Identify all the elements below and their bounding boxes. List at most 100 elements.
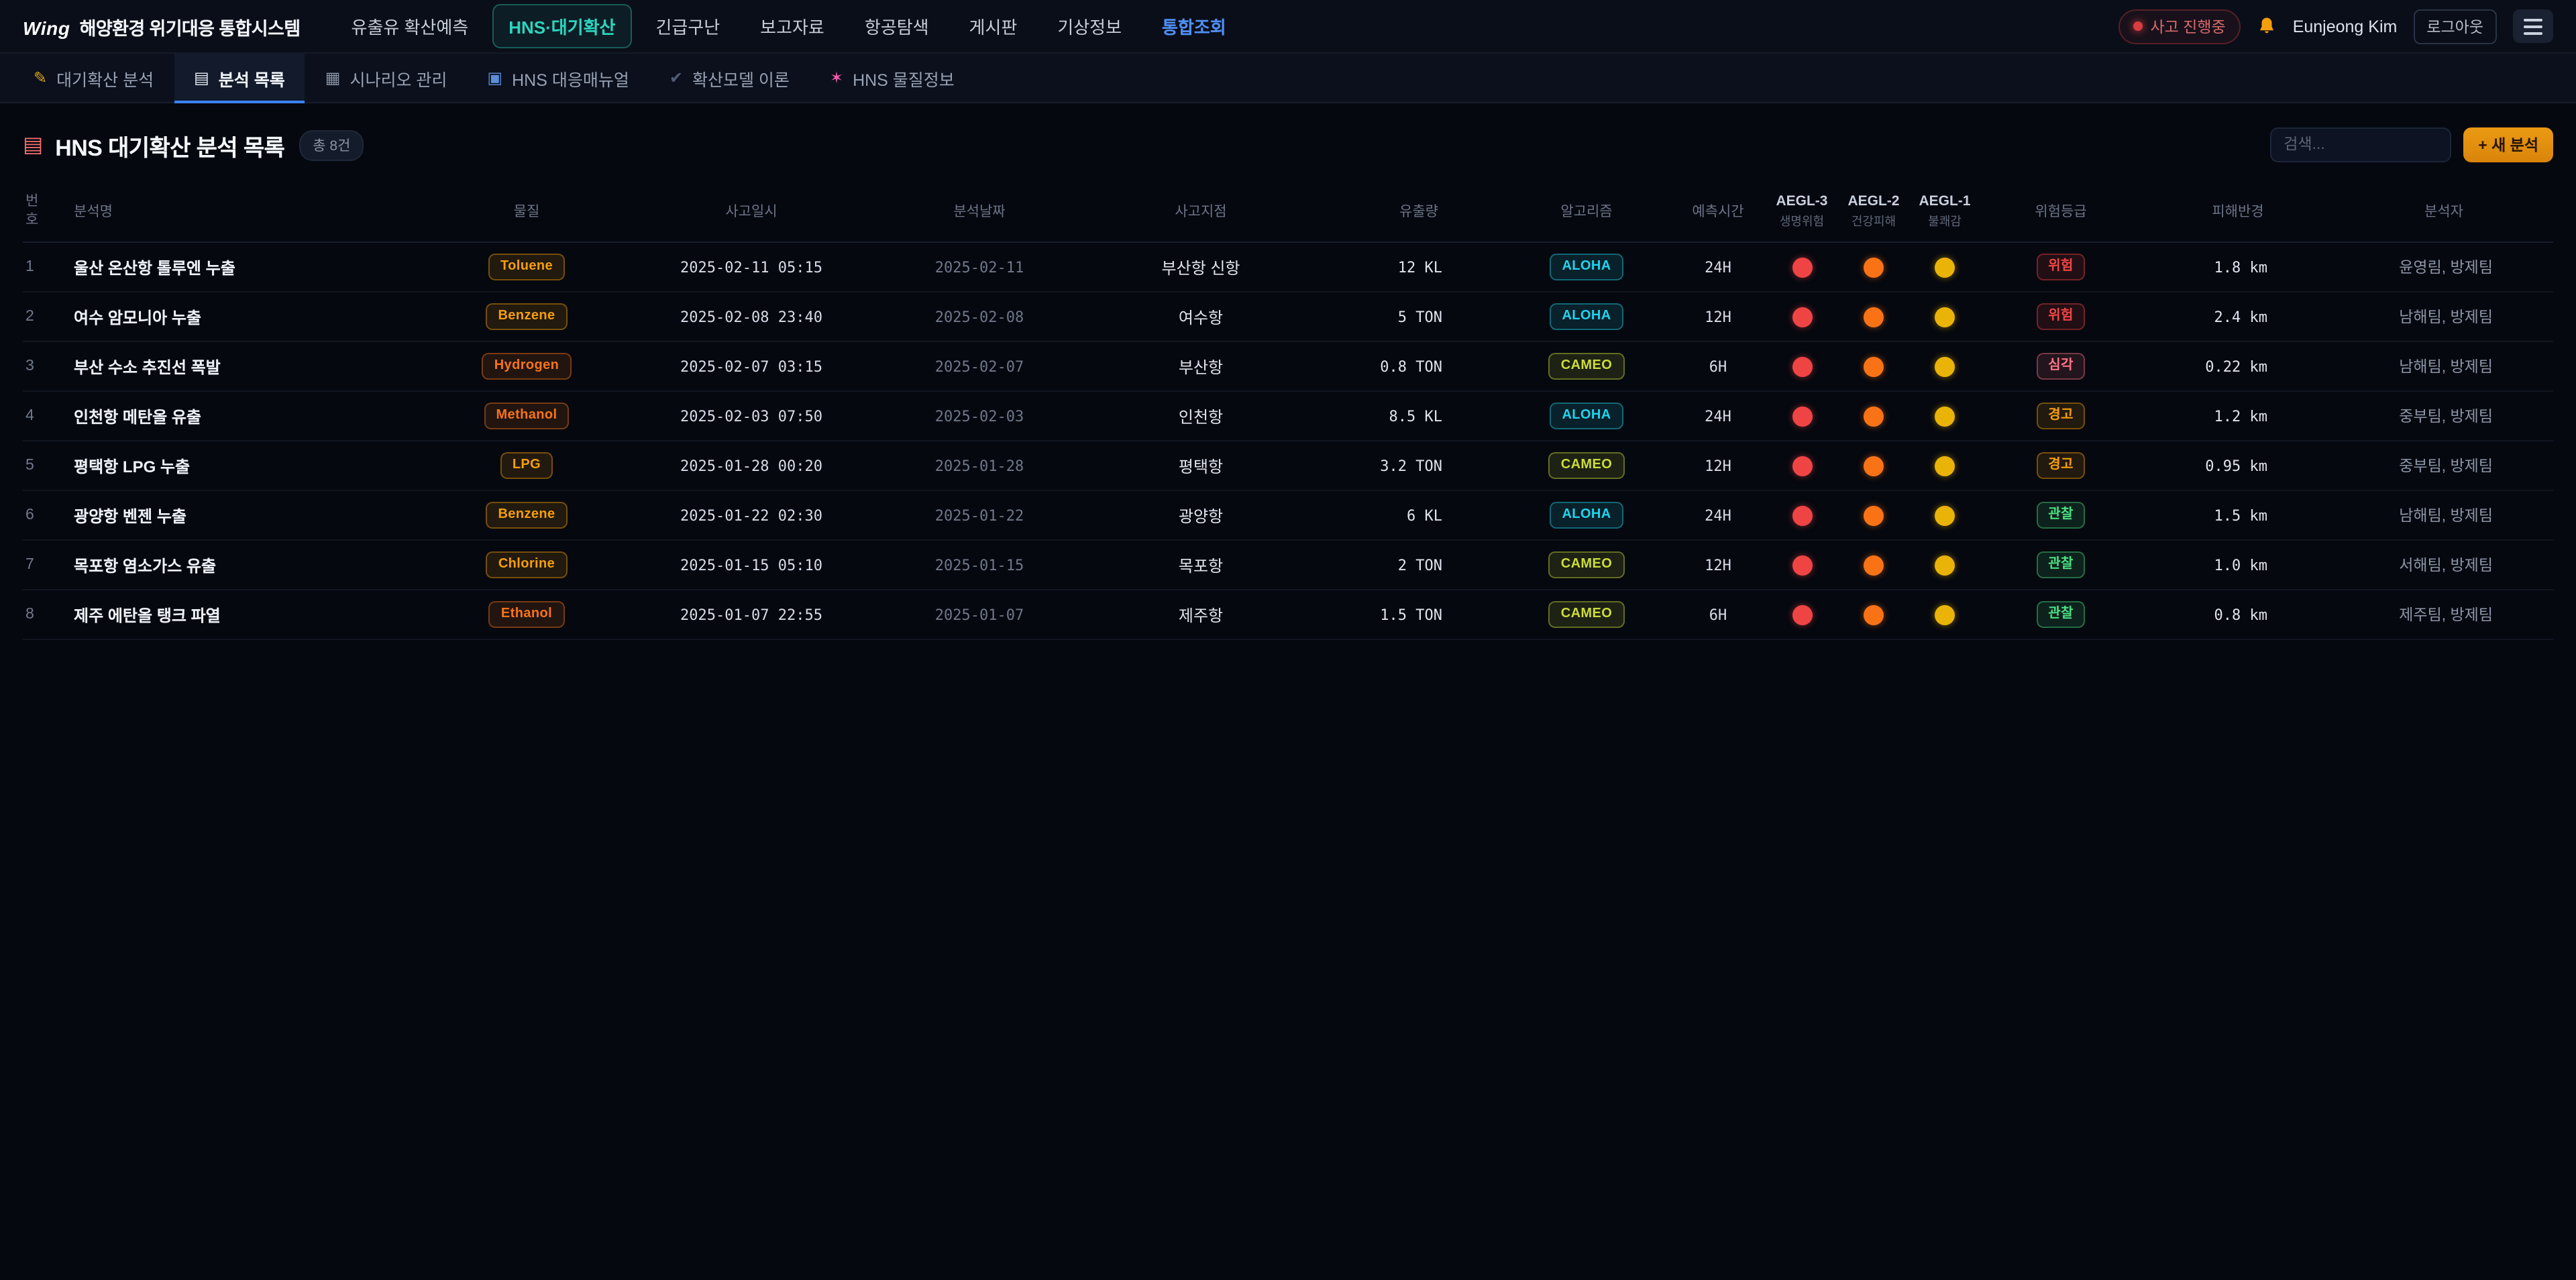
nav-item-aerial-search[interactable]: 항공탐색 [849, 4, 945, 48]
search-input[interactable] [2270, 127, 2451, 162]
aegl2-cell [1838, 541, 1909, 590]
risk-badge: 심각 [2036, 354, 2086, 380]
molecule-icon: ✶ [830, 68, 843, 87]
tab-hns-response-manual[interactable]: ▣ HNS 대응매뉴얼 [467, 54, 649, 102]
analysis-name: 목포항 염소가스 유출 [68, 541, 443, 590]
forecast-duration: 24H [1670, 243, 1766, 292]
damage-radius: 0.22 km [2141, 342, 2334, 392]
table-row[interactable]: 4 인천항 메탄올 유출 Methanol 2025-02-03 07:50 2… [23, 392, 2553, 441]
analysis-name: 울산 온산항 톨루엔 누출 [68, 243, 443, 292]
hamburger-icon [2524, 18, 2542, 21]
incident-datetime: 2025-02-07 03:15 [610, 342, 892, 392]
aegl1-cell [1909, 243, 1980, 292]
nav-item-hns-atmospheric[interactable]: HNS·대기확산 [492, 4, 631, 48]
damage-radius: 0.8 km [2141, 590, 2334, 640]
table-row[interactable]: 5 평택항 LPG 누출 LPG 2025-01-28 00:20 2025-0… [23, 441, 2553, 491]
substance-cell: Chlorine [443, 541, 610, 590]
forecast-duration: 12H [1670, 541, 1766, 590]
page-header-actions: + 새 분석 [2270, 127, 2553, 162]
substance-badge: Ethanol [489, 602, 564, 629]
tab-label: 시나리오 관리 [350, 65, 447, 91]
tab-analysis-list[interactable]: ▤ 분석 목록 [174, 54, 305, 102]
spill-amount: 1.5 TON [1335, 590, 1503, 640]
table-row[interactable]: 7 목포항 염소가스 유출 Chlorine 2025-01-15 05:10 … [23, 541, 2553, 590]
analysis-name: 평택항 LPG 누출 [68, 441, 443, 491]
logout-button[interactable]: 로그아웃 [2413, 9, 2497, 44]
incident-location: 목포항 [1067, 541, 1335, 590]
analysis-date: 2025-02-03 [892, 392, 1067, 441]
table-row[interactable]: 1 울산 온산항 톨루엔 누출 Toluene 2025-02-11 05:15… [23, 243, 2553, 292]
risk-badge: 관찰 [2036, 602, 2086, 629]
table-header-row: 번호 분석명 물질 사고일시 분석날짜 사고지점 유출량 알고리즘 예측시간 A… [23, 184, 2553, 243]
tab-diffusion-model-theory[interactable]: ✔ 확산모델 이론 [649, 54, 810, 102]
incident-location: 제주항 [1067, 590, 1335, 640]
analyst: 중부팀, 방제팀 [2334, 441, 2553, 491]
algorithm-cell: CAMEO [1503, 441, 1670, 491]
substance-badge: Benzene [486, 502, 567, 529]
nav-item-weather[interactable]: 기상정보 [1041, 4, 1138, 48]
aegl3-indicator [1792, 456, 1812, 476]
analyst: 제주팀, 방제팀 [2334, 590, 2553, 640]
incident-location: 부산항 신항 [1067, 243, 1335, 292]
analyst: 남해팀, 방제팀 [2334, 342, 2553, 392]
nav-item-board[interactable]: 게시판 [953, 4, 1034, 48]
hamburger-menu-button[interactable] [2513, 9, 2553, 43]
substance-cell: Toluene [443, 243, 610, 292]
col-header-radius: 피해반경 [2141, 184, 2334, 243]
tab-diffusion-analysis[interactable]: ✎ 대기확산 분석 [13, 54, 174, 102]
risk-badge: 경고 [2036, 453, 2086, 480]
nav-item-emergency-rescue[interactable]: 긴급구난 [639, 4, 736, 48]
risk-cell: 관찰 [1980, 491, 2141, 541]
aegl3-cell [1766, 392, 1838, 441]
tab-hns-substance-info[interactable]: ✶ HNS 물질정보 [810, 54, 975, 102]
table-row[interactable]: 6 광양항 벤젠 누출 Benzene 2025-01-22 02:30 202… [23, 491, 2553, 541]
table-row[interactable]: 3 부산 수소 추진선 폭발 Hydrogen 2025-02-07 03:15… [23, 342, 2553, 392]
substance-cell: Benzene [443, 292, 610, 342]
aegl1-indicator [1935, 357, 1955, 377]
aegl2-cell [1838, 243, 1909, 292]
main-nav: 유출유 확산예측 HNS·대기확산 긴급구난 보고자료 항공탐색 게시판 기상정… [335, 4, 1242, 48]
nav-item-integrated-search[interactable]: 통합조회 [1146, 4, 1242, 48]
notification-bell-button[interactable] [2257, 16, 2277, 36]
col-header-location: 사고지점 [1067, 184, 1335, 243]
analysis-date: 2025-01-07 [892, 590, 1067, 640]
tab-label: 확산모델 이론 [692, 65, 790, 91]
tab-label: 분석 목록 [219, 65, 285, 91]
aegl3-indicator [1792, 506, 1812, 526]
analyst: 윤영림, 방제팀 [2334, 243, 2553, 292]
row-number: 8 [23, 590, 68, 640]
nav-item-oil-spill-forecast[interactable]: 유출유 확산예측 [335, 4, 485, 48]
tab-label: HNS 물질정보 [853, 65, 955, 91]
algorithm-badge: ALOHA [1550, 254, 1623, 281]
row-number: 2 [23, 292, 68, 342]
nav-item-reports[interactable]: 보고자료 [744, 4, 841, 48]
incident-datetime: 2025-02-11 05:15 [610, 243, 892, 292]
table-row[interactable]: 8 제주 에탄올 탱크 파열 Ethanol 2025-01-07 22:55 … [23, 590, 2553, 640]
forecast-duration: 6H [1670, 590, 1766, 640]
aegl2-cell [1838, 292, 1909, 342]
aegl3-cell [1766, 491, 1838, 541]
aegl1-indicator [1935, 456, 1955, 476]
tab-scenario-management[interactable]: ▦ 시나리오 관리 [305, 54, 468, 102]
table-row[interactable]: 2 여수 암모니아 누출 Benzene 2025-02-08 23:40 20… [23, 292, 2553, 342]
new-analysis-button[interactable]: + 새 분석 [2463, 127, 2553, 162]
aegl2-indicator [1864, 258, 1884, 278]
brand[interactable]: Wing 해양환경 위기대응 통합시스템 [23, 13, 301, 40]
forecast-duration: 12H [1670, 292, 1766, 342]
analyst: 중부팀, 방제팀 [2334, 392, 2553, 441]
aegl2-indicator [1864, 307, 1884, 327]
risk-badge: 위험 [2036, 304, 2086, 331]
aegl3-cell [1766, 541, 1838, 590]
col-header-analyst: 분석자 [2334, 184, 2553, 243]
main-content: ▤ HNS 대기확산 분석 목록 총 8건 + 새 분석 번호 분석명 물질 사 [0, 103, 2576, 641]
spill-amount: 6 KL [1335, 491, 1503, 541]
aegl1-cell [1909, 392, 1980, 441]
incident-datetime: 2025-01-07 22:55 [610, 590, 892, 640]
page-header: ▤ HNS 대기확산 분석 목록 총 8건 + 새 분석 [23, 127, 2553, 162]
substance-cell: LPG [443, 441, 610, 491]
algorithm-cell: CAMEO [1503, 342, 1670, 392]
aegl2-indicator [1864, 456, 1884, 476]
spill-amount: 5 TON [1335, 292, 1503, 342]
algorithm-cell: CAMEO [1503, 590, 1670, 640]
analysis-name: 부산 수소 추진선 폭발 [68, 342, 443, 392]
